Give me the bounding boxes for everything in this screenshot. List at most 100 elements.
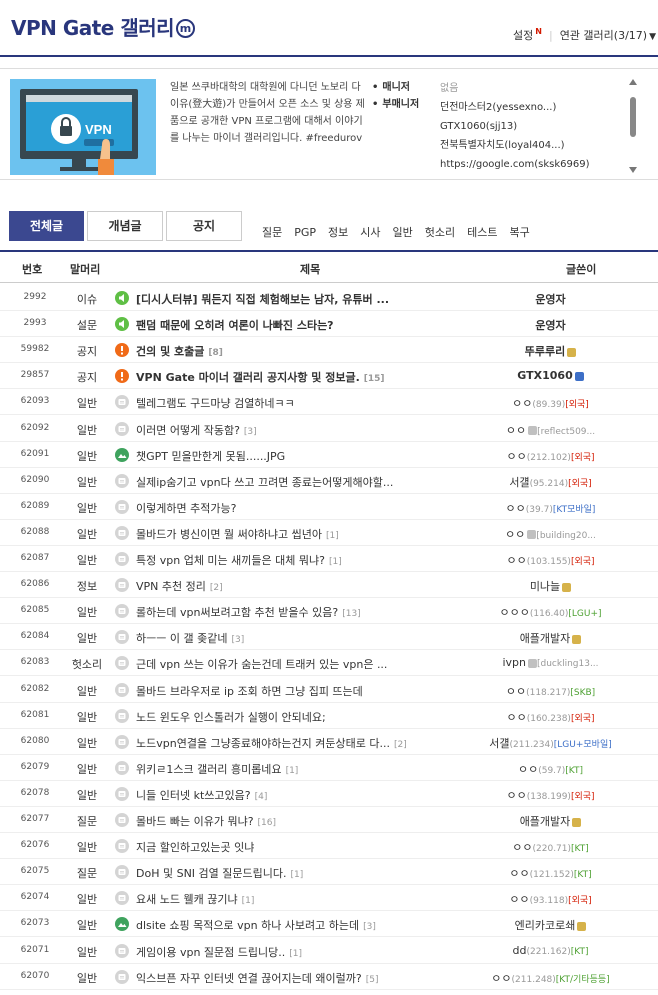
writer-nickname[interactable]: GTX1060 [517,369,572,382]
post-title[interactable]: 요새 노드 웰캐 끊기냐 [1] [136,891,254,907]
scroll-up-icon[interactable] [629,79,637,85]
post-title[interactable]: 게임이용 vpn 질문점 드립니당.. [1] [136,944,302,960]
table-row[interactable]: 62092 일반 이러면 어떻게 작동함? [3] ㅇㅇ [reflect509... [0,416,658,442]
writer-nickname[interactable]: ㅇㅇ [506,424,526,437]
post-title[interactable]: VPN 추천 정리 [2] [136,578,223,594]
table-row[interactable]: 62090 일반 실제ip숨기고 vpn다 쓰고 끄려면 종료는어떻게해야할... 서… [0,468,658,494]
table-row[interactable]: 62083 헛소리 근데 vpn 쓰는 이유가 숨는건데 트래커 있는 vpn은 .… [0,650,658,677]
post-title[interactable]: 니들 인터넷 kt쓰고있음? [4] [136,787,267,803]
post-title-text[interactable]: 이러면 어떻게 작동함? [136,424,240,437]
comment-count[interactable]: [3] [244,427,257,437]
submanager-item[interactable]: 전북특별자치도(loyal404...) [440,136,620,155]
table-row[interactable]: 62078 일반 니들 인터넷 kt쓰고있음? [4] ㅇㅇ(138.199)[외국] [0,781,658,807]
comment-count[interactable]: [5] [366,975,379,985]
scroll-down-icon[interactable] [629,167,637,173]
post-title-text[interactable]: dlsite 쇼핑 목적으로 vpn 하나 사보려고 하는데 [136,919,359,932]
writer-nickname[interactable]: ㅇㅇ [512,397,532,410]
table-row[interactable]: 62071 일반 게임이용 vpn 질문점 드립니당.. [1] dd(221.162)… [0,938,658,964]
writer-nickname[interactable]: 애플개발자 [520,632,571,645]
writer-nickname[interactable]: 서걜 [509,476,529,489]
writer-nickname[interactable]: 뚜루루리 [525,345,565,358]
post-title-text[interactable]: VPN 추천 정리 [136,580,206,593]
writer-nickname[interactable]: ㅇㅇ [506,502,526,515]
table-row[interactable]: 62082 일반 몰바드 브라우저로 ip 조회 하면 그냥 집피 뜨는데 ㅇㅇ(11… [0,677,658,703]
comment-count[interactable]: [1] [289,949,302,959]
writer-nickname[interactable]: ㅇㅇ [506,450,526,463]
table-row[interactable]: 62076 일반 지금 할인하고있는곳 잇냐 ㅇㅇ(220.71)[KT] [0,833,658,860]
manager-scrollbar[interactable] [628,79,638,173]
post-title-text[interactable]: 위키ㄹ1스크 갤러리 흥미롭네요 [136,763,282,776]
writer-nickname[interactable]: ㅇㅇ [506,554,526,567]
post-title[interactable]: 건의 및 호출글 [8] [136,343,223,359]
post-title-text[interactable]: 지금 할인하고있는곳 잇냐 [136,841,254,854]
post-writer[interactable]: ㅇㅇ(103.155)[외국] [448,552,653,568]
post-writer[interactable]: ㅇㅇㅇ(116.40)[LGU+] [448,604,653,620]
comment-count[interactable]: [16] [258,818,276,828]
post-title-text[interactable]: 롤하는데 vpn써보려고함 추천 받을수 있음? [136,606,338,619]
submanager-item[interactable]: GTX1060(sjj13) [440,117,620,136]
post-title-text[interactable]: 몰바드 빠는 이유가 뭐냐? [136,815,254,828]
writer-nickname[interactable]: 엔리카코로쇄 [515,919,576,932]
writer-nickname[interactable]: dd [513,944,527,957]
writer-nickname[interactable]: ㅇㅇㅇ [499,606,529,619]
post-title[interactable]: DoH 및 SNI 검열 질문드립니다. [1] [136,865,303,881]
writer-nickname[interactable]: ㅇㅇ [506,789,526,802]
table-row[interactable]: 62086 정보 VPN 추천 정리 [2] 미나늘 [0,572,658,599]
post-title[interactable]: 익스브픈 자꾸 인터넷 연결 끊어지는데 왜이럴까? [5] [136,970,378,986]
writer-nickname[interactable]: ㅇㅇ [512,841,532,854]
post-writer[interactable]: 운영자 [448,317,653,333]
table-row[interactable]: 29857 공지 VPN Gate 마이너 갤러리 공지사항 및 정보글. [15] G… [0,363,658,390]
post-writer[interactable]: 미나늘 [448,578,653,594]
subject-filter[interactable]: 정보 [328,226,348,239]
table-row[interactable]: 62073 일반 dlsite 쇼핑 목적으로 vpn 하나 사보려고 하는데 [3]… [0,911,658,938]
submanager-item[interactable]: 던전마스터2(yessexno...) [440,98,620,117]
table-row[interactable]: 62080 일반 노드vpn연결을 그냥종료해야하는건지 켜둔상태로 다... [2]… [0,729,658,755]
subject-filter[interactable]: 헛소리 [425,226,455,239]
subject-filter[interactable]: 시사 [360,226,380,239]
comment-count[interactable]: [8] [208,348,223,358]
post-writer[interactable]: ㅇㅇ [building20... [448,526,653,542]
post-writer[interactable]: 애플개발자 [448,630,653,646]
tab-all[interactable]: 전체글 [9,211,84,241]
table-row[interactable]: 62074 일반 요새 노드 웰캐 끊기냐 [1] ㅇㅇ(93.118)[외국] [0,885,658,912]
related-galleries-link[interactable]: 연관 갤러리(3/17) [560,29,647,42]
comment-count[interactable]: [1] [286,766,299,776]
comment-count[interactable]: [1] [329,557,342,567]
table-row[interactable]: 62077 질문 몰바드 빠는 이유가 뭐냐? [16] 애플개발자 [0,807,658,833]
post-title-text[interactable]: 이렇게하면 추적가능? [136,502,236,515]
post-title[interactable]: 이러면 어떻게 작동함? [3] [136,422,257,438]
post-title[interactable]: 팬덤 때문에 오히려 여론이 나빠진 스타는? [136,317,334,333]
table-row[interactable]: 62091 일반 챗GPT 믿을만한게 못됨......JPG ㅇㅇ(212.102)… [0,442,658,468]
writer-nickname[interactable]: 서걜 [489,737,509,750]
writer-nickname[interactable]: ㅇㅇ [506,711,526,724]
writer-nickname[interactable]: ㅇㅇ [509,867,529,880]
gallery-title[interactable]: VPN Gate 갤러리 [11,12,175,41]
post-title[interactable]: 근데 vpn 쓰는 이유가 숨는건데 트래커 있는 vpn은 ... [136,656,387,672]
writer-nickname[interactable]: 운영자 [535,319,565,332]
comment-count[interactable]: [15] [364,374,385,384]
subject-filter[interactable]: PGP [294,226,316,239]
post-title[interactable]: 지금 할인하고있는곳 잇냐 [136,839,254,855]
post-title-text[interactable]: 몰바드가 병신이면 뭘 써야하냐고 씹년아 [136,528,322,541]
post-title[interactable]: 텔레그램도 구드마냥 검열하네ㅋㅋ [136,395,295,411]
writer-nickname[interactable]: ivpn [502,656,526,669]
post-writer[interactable]: ㅇㅇ(121.152)[KT] [448,865,653,881]
post-writer[interactable]: ㅇㅇ(220.71)[KT] [448,839,653,855]
table-row[interactable]: 62085 일반 롤하는데 vpn써보려고함 추천 받을수 있음? [13] ㅇㅇㅇ(1… [0,598,658,625]
post-writer[interactable]: ㅇㅇ(89.39)[외국] [448,395,653,411]
comment-count[interactable]: [4] [255,792,268,802]
subject-filter[interactable]: 복구 [510,226,530,239]
post-writer[interactable]: dd(221.162)[KT] [448,944,653,957]
post-writer[interactable]: ㅇㅇ(212.102)[외국] [448,448,653,464]
table-row[interactable]: 62075 질문 DoH 및 SNI 검열 질문드립니다. [1] ㅇㅇ(121.152… [0,859,658,886]
post-title[interactable]: 챗GPT 믿을만한게 못됨......JPG [136,448,285,464]
comment-count[interactable]: [3] [231,635,244,645]
post-title[interactable]: 롤하는데 vpn써보려고함 추천 받을수 있음? [13] [136,604,361,620]
comment-count[interactable]: [2] [210,583,223,593]
post-title-text[interactable]: 팬덤 때문에 오히려 여론이 나빠진 스타는? [136,319,334,332]
comment-count[interactable]: [13] [342,609,360,619]
writer-nickname[interactable]: 운영자 [535,293,565,306]
post-writer[interactable]: 운영자 [448,291,653,307]
comment-count[interactable]: [1] [326,531,339,541]
post-writer[interactable]: ㅇㅇ(59.7)[KT] [448,761,653,777]
